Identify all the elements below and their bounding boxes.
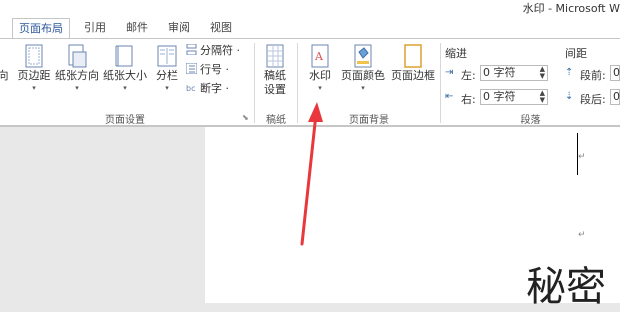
draft-settings-button[interactable]: 稿纸 设置 (258, 43, 292, 97)
page-color-icon (352, 43, 374, 69)
spinner-icon[interactable]: ▲ ▼ (540, 66, 545, 80)
margins-icon (23, 43, 45, 69)
svg-text:bc: bc (186, 84, 195, 93)
page-color-button[interactable]: 页面颜色 ▾ (338, 43, 388, 93)
orientation-partial-label: 向 (0, 69, 9, 82)
line-numbers-icon (185, 62, 198, 75)
indent-right-value: 0 字符 (483, 90, 516, 103)
watermark-button[interactable]: A 水印 ▾ (302, 43, 338, 93)
svg-text:A: A (314, 50, 324, 63)
breaks-icon (186, 43, 197, 56)
hyphenation-icon: bc (186, 82, 197, 93)
columns-button[interactable]: 分栏 ▾ (152, 43, 182, 93)
chevron-down-icon: ▾ (123, 84, 127, 92)
indent-left-icon: ⇥ (445, 67, 454, 78)
spacing-after-value: 0 (613, 90, 620, 103)
page-borders-icon (402, 43, 424, 69)
page-setup-group-label: 页面设置 (105, 115, 145, 126)
title-bar: 水印 - Microsoft W (0, 0, 620, 18)
indent-left-label: 左: (461, 69, 476, 82)
spacing-before-icon: ⇡ (565, 67, 574, 78)
spacing-after-label: 段后: (580, 93, 606, 106)
ribbon-tabs: 页面布局 引用 邮件 审阅 视图 (0, 18, 620, 40)
spinner-icon[interactable]: ▲ ▼ (540, 90, 545, 104)
spacing-after-field[interactable]: 0 (610, 89, 620, 105)
chevron-down-icon: ▾ (361, 84, 365, 92)
columns-icon (156, 43, 178, 69)
indent-right-icon: ⇤ (445, 91, 454, 102)
size-icon (114, 43, 136, 69)
columns-label: 分栏 (156, 69, 178, 82)
page-setup-launcher-icon[interactable]: ⬊ (242, 113, 249, 122)
tab-view[interactable]: 视图 (204, 18, 238, 38)
spacing-before-label: 段前: (580, 69, 606, 82)
orientation-partial-button[interactable]: 向 (0, 43, 12, 83)
indent-right-field[interactable]: 0 字符 ▲ ▼ (480, 89, 548, 105)
draft-group-label: 稿纸 (266, 115, 286, 126)
breaks-button[interactable]: 分隔符 · (186, 43, 240, 59)
margins-label: 页边距 (17, 69, 51, 82)
indent-title: 缩进 (445, 47, 467, 60)
indent-left-value: 0 字符 (483, 66, 516, 79)
breaks-label: 分隔符 · (200, 44, 240, 57)
spacing-before-value: 0 (613, 66, 620, 79)
line-numbers-button[interactable]: 行号 · (185, 62, 229, 78)
draft-settings-label-line1: 稿纸 (264, 69, 286, 82)
chevron-down-icon: ▾ (75, 84, 79, 92)
page-color-label: 页面颜色 (341, 69, 385, 82)
hyphenation-button[interactable]: bc 断字 · (186, 81, 229, 97)
paragraph-mark-icon: ↵ (578, 152, 586, 162)
margins-button[interactable]: 页边距 ▾ (14, 43, 54, 93)
tab-page-layout[interactable]: 页面布局 (12, 18, 70, 40)
size-label: 纸张大小 (103, 69, 147, 82)
window-title: 水印 - Microsoft W (522, 2, 620, 15)
paragraph-mark-icon: ↵ (578, 230, 586, 240)
tab-review[interactable]: 审阅 (162, 18, 196, 38)
tab-references[interactable]: 引用 (78, 18, 112, 38)
orientation-icon (66, 43, 88, 69)
draft-settings-label-line2: 设置 (264, 83, 286, 96)
hyphenation-label: 断字 · (200, 82, 229, 95)
watermark-icon: A (309, 43, 331, 69)
document-text: 秘密 (526, 264, 606, 310)
tab-mailings[interactable]: 邮件 (120, 18, 154, 38)
spacing-after-icon: ⇣ (565, 91, 574, 102)
orientation-button[interactable]: 纸张方向 ▾ (53, 43, 101, 93)
orientation-label: 纸张方向 (55, 69, 99, 82)
indent-left-field[interactable]: 0 字符 ▲ ▼ (480, 65, 548, 81)
draft-paper-icon (264, 43, 286, 69)
indent-right-label: 右: (461, 93, 476, 106)
chevron-down-icon: ▾ (165, 84, 169, 92)
chevron-down-icon: ▾ (318, 84, 322, 92)
spacing-title: 间距 (565, 47, 587, 60)
watermark-label: 水印 (309, 69, 331, 82)
annotation-arrow-icon (300, 102, 323, 246)
paragraph-group-label: 段落 (520, 115, 541, 126)
line-numbers-label: 行号 · (200, 63, 229, 76)
chevron-down-icon: ▾ (32, 84, 36, 92)
page-borders-label: 页面边框 (391, 69, 435, 82)
page-borders-button[interactable]: 页面边框 (388, 43, 438, 83)
spacing-before-field[interactable]: 0 (610, 65, 620, 81)
size-button[interactable]: 纸张大小 ▾ (101, 43, 149, 93)
separator (254, 43, 255, 123)
